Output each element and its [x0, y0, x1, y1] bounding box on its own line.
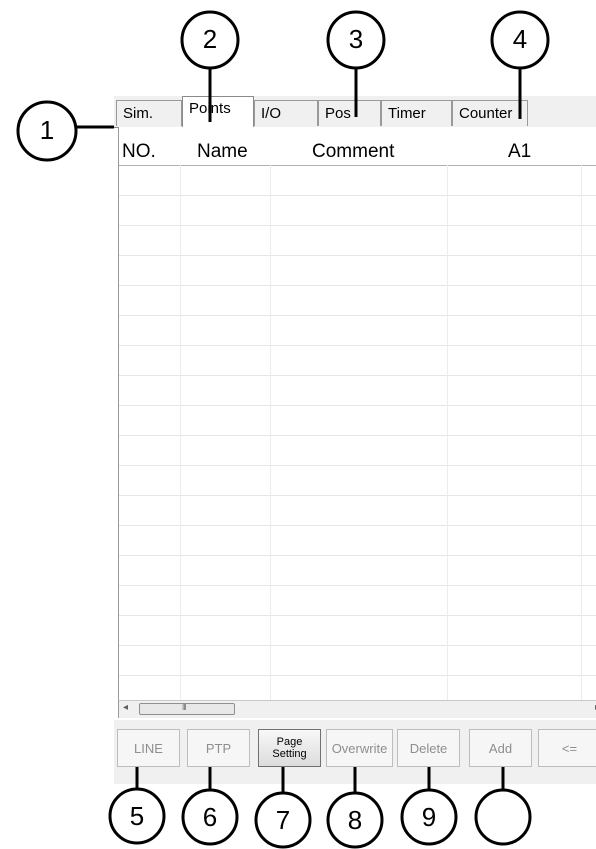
callout-4-number: 4 [512, 24, 528, 54]
callout-6-number: 6 [202, 802, 218, 832]
callout-2-number: 2 [202, 24, 218, 54]
column-header-no[interactable]: NO. [122, 141, 156, 163]
tab-sim[interactable]: Sim. [116, 100, 182, 126]
scrollbar-grip-icon: III [182, 703, 187, 712]
callout-10-circle [474, 788, 532, 846]
command-button-bar: LINE PTP Page Setting Overwrite Delete Ad… [114, 720, 596, 784]
column-header-comment[interactable]: Comment [312, 141, 394, 163]
column-header-name[interactable]: Name [197, 141, 248, 163]
page-setting-button[interactable]: Page Setting [258, 729, 321, 767]
column-header-a1[interactable]: A1 [508, 141, 531, 163]
add-button[interactable]: Add [469, 729, 532, 767]
delete-button[interactable]: Delete [397, 729, 460, 767]
callout-3-number: 3 [348, 24, 364, 54]
tab-timer[interactable]: Timer [381, 100, 452, 126]
points-table[interactable]: NO. Name Comment A1 [118, 127, 596, 702]
callout-8-number: 8 [347, 805, 363, 835]
tab-pos[interactable]: Pos [318, 100, 381, 126]
points-panel: Sim. I/O Pos Timer Counter Points NO. Na… [114, 96, 596, 784]
callout-1-number: 1 [39, 115, 55, 145]
tab-counter[interactable]: Counter [452, 100, 528, 126]
move-up-button[interactable]: <= [538, 729, 596, 767]
callout-7-number: 7 [275, 805, 291, 835]
tab-points[interactable]: Points [182, 96, 254, 128]
scrollbar-thumb[interactable]: III [139, 703, 235, 715]
horizontal-scrollbar[interactable]: ◂ III ▸ [118, 700, 596, 718]
table-gridlines [119, 165, 596, 702]
callout-9-number: 9 [421, 802, 437, 832]
ptp-button[interactable]: PTP [187, 729, 250, 767]
tab-bar: Sim. I/O Pos Timer Counter Points [114, 96, 596, 128]
line-button[interactable]: LINE [117, 729, 180, 767]
scroll-left-arrow[interactable]: ◂ [123, 702, 128, 713]
callout-5-number: 5 [129, 801, 145, 831]
tab-io[interactable]: I/O [254, 100, 318, 126]
overwrite-button[interactable]: Overwrite [326, 729, 393, 767]
